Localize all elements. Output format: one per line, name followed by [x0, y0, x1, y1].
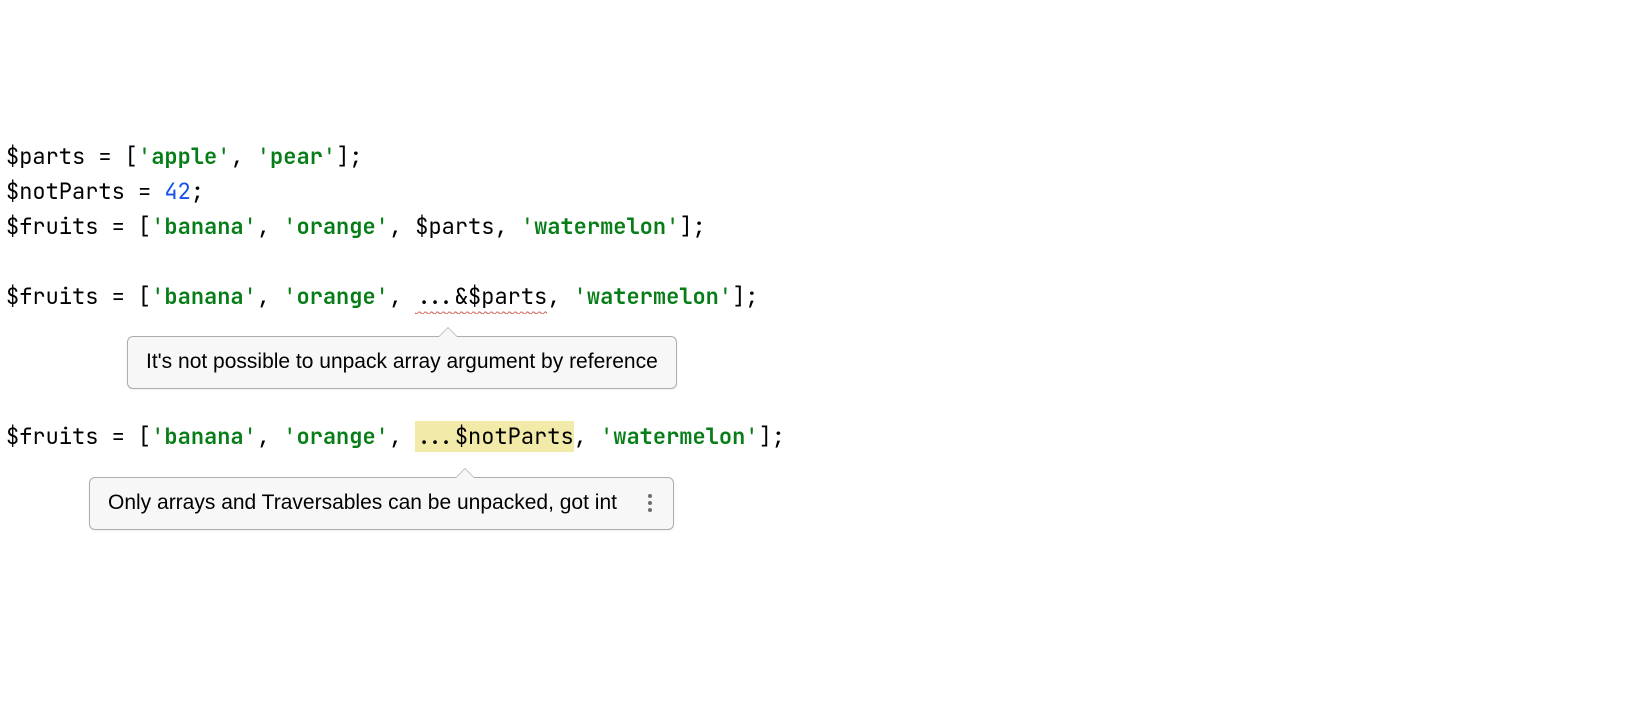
variable: $notParts	[6, 177, 125, 206]
variable: $notParts	[455, 422, 574, 451]
quote: '	[521, 212, 534, 241]
quote: '	[244, 422, 257, 451]
comma: ,	[547, 282, 573, 311]
op: = [	[85, 142, 138, 171]
string-literal: pear	[270, 142, 323, 171]
comma: ,	[574, 422, 600, 451]
variable: $fruits	[6, 212, 98, 241]
tooltip-text: Only arrays and Traversables can be unpa…	[108, 487, 617, 520]
warning-highlight: ...$notParts	[415, 421, 573, 452]
quote: '	[257, 142, 270, 171]
quote: '	[719, 282, 732, 311]
code-line: $fruits = ['banana', 'orange', ...$notPa…	[6, 420, 1632, 455]
op: = [	[98, 282, 151, 311]
code-line: $fruits = ['banana', 'orange', $parts, '…	[6, 210, 1632, 245]
quote: '	[244, 282, 257, 311]
end: ];	[679, 212, 705, 241]
op: = [	[98, 422, 151, 451]
quote: '	[666, 212, 679, 241]
comma: ,	[389, 282, 415, 311]
end: ];	[732, 282, 758, 311]
string-literal: banana	[164, 282, 243, 311]
string-literal: watermelon	[534, 212, 666, 241]
more-actions-icon[interactable]	[637, 494, 663, 512]
op: = [	[98, 212, 151, 241]
spread-op: ...	[415, 282, 455, 311]
string-literal: watermelon	[613, 422, 745, 451]
string-literal: orange	[296, 282, 375, 311]
quote: '	[283, 212, 296, 241]
quote: '	[217, 142, 230, 171]
code-line: $parts = ['apple', 'pear'];	[6, 140, 1632, 175]
comma: ,	[389, 212, 415, 241]
error-squiggle: ...&$parts	[415, 282, 547, 314]
tooltip-arrow-icon	[455, 468, 475, 478]
string-literal: orange	[296, 212, 375, 241]
variable: $fruits	[6, 422, 98, 451]
string-literal: banana	[164, 212, 243, 241]
string-literal: orange	[296, 422, 375, 451]
end: ];	[336, 142, 362, 171]
comma: ,	[494, 212, 520, 241]
inspection-tooltip-warning: Only arrays and Traversables can be unpa…	[89, 477, 674, 530]
comma: ,	[257, 282, 283, 311]
comma: ,	[230, 142, 256, 171]
quote: '	[574, 282, 587, 311]
inspection-tooltip-error: It's not possible to unpack array argume…	[127, 336, 677, 389]
string-literal: watermelon	[587, 282, 719, 311]
end: ;	[191, 177, 204, 206]
tooltip-text: It's not possible to unpack array argume…	[146, 346, 658, 379]
variable: $parts	[415, 212, 494, 241]
variable: $fruits	[6, 282, 98, 311]
spread-op: ...	[415, 422, 455, 451]
string-literal: banana	[164, 422, 243, 451]
quote: '	[151, 422, 164, 451]
variable: $parts	[6, 142, 85, 171]
string-literal: apple	[151, 142, 217, 171]
tooltip-arrow-icon	[438, 327, 458, 337]
quote: '	[323, 142, 336, 171]
comma: ,	[257, 422, 283, 451]
quote: '	[138, 142, 151, 171]
number-literal: 42	[164, 177, 190, 206]
code-line: $fruits = ['banana', 'orange', ...&$part…	[6, 280, 1632, 315]
blank-line	[6, 245, 1632, 280]
quote: '	[283, 422, 296, 451]
quote: '	[376, 422, 389, 451]
quote: '	[600, 422, 613, 451]
quote: '	[244, 212, 257, 241]
quote: '	[151, 212, 164, 241]
blank-line	[6, 385, 1632, 420]
comma: ,	[389, 422, 415, 451]
end: ];	[759, 422, 785, 451]
op: =	[125, 177, 165, 206]
code-line: $notParts = 42;	[6, 175, 1632, 210]
quote: '	[376, 282, 389, 311]
quote: '	[376, 212, 389, 241]
quote: '	[151, 282, 164, 311]
error-text: &$parts	[455, 282, 547, 311]
comma: ,	[257, 212, 283, 241]
quote: '	[283, 282, 296, 311]
quote: '	[745, 422, 758, 451]
